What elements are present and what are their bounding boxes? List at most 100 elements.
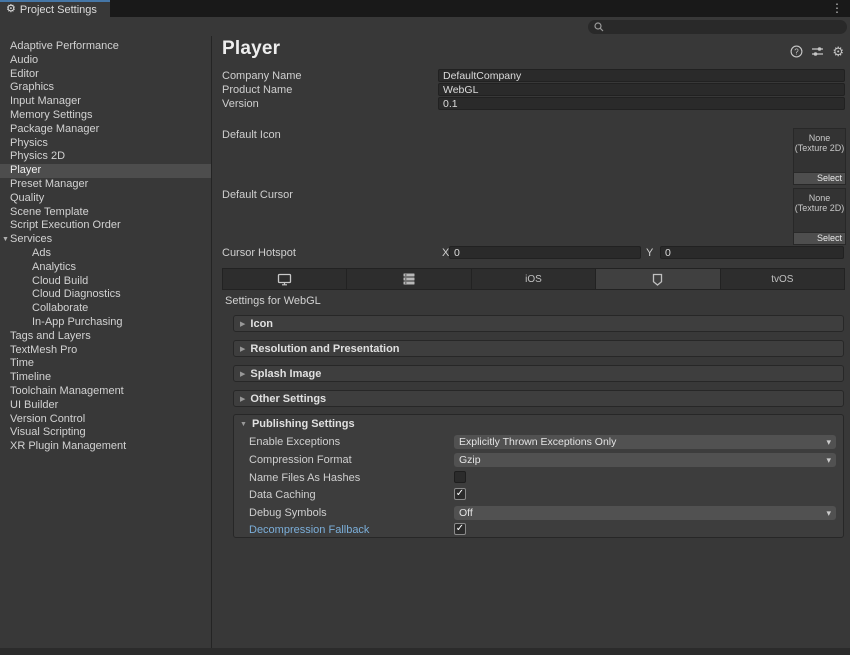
sidebar-item-version-control[interactable]: Version Control (0, 413, 211, 427)
sidebar-item-collaborate[interactable]: Collaborate (0, 302, 211, 316)
gear-icon[interactable]: ⚙ (832, 45, 844, 58)
product-name-field[interactable]: WebGL (438, 83, 845, 96)
sidebar-list: Adaptive PerformanceAudioEditorGraphicsI… (0, 40, 211, 454)
sidebar-item-label: Analytics (32, 261, 76, 273)
default-icon-object-field[interactable]: None (Texture 2D) Select (793, 128, 846, 185)
sidebar-item-cloud-build[interactable]: Cloud Build (0, 275, 211, 289)
sidebar-item-tags-and-layers[interactable]: Tags and Layers (0, 330, 211, 344)
data-caching-checkbox[interactable]: ✓ (454, 488, 466, 500)
enable-exceptions-dropdown[interactable]: Explicitly Thrown Exceptions Only ▾ (454, 435, 836, 449)
section-other-settings[interactable]: ▶ Other Settings (233, 390, 844, 407)
foldout-expanded-icon: ▼ (240, 421, 247, 428)
debug-symbols-dropdown[interactable]: Off ▾ (454, 506, 836, 520)
tab-ios[interactable]: iOS (472, 269, 596, 289)
sidebar-item-package-manager[interactable]: Package Manager (0, 123, 211, 137)
version-field[interactable]: 0.1 (438, 97, 845, 110)
hotspot-x-field[interactable]: 0 (449, 246, 641, 259)
sidebar-item-visual-scripting[interactable]: Visual Scripting (0, 426, 211, 440)
section-icon[interactable]: ▶ Icon (233, 315, 844, 332)
tab-tvos[interactable]: tvOS (721, 269, 844, 289)
version-label: Version (222, 98, 259, 110)
company-name-field[interactable]: DefaultCompany (438, 69, 845, 82)
help-icon[interactable]: ? (790, 45, 803, 58)
presets-icon[interactable] (811, 46, 824, 57)
sidebar-item-label: Audio (10, 54, 38, 66)
sidebar-item-player[interactable]: Player (0, 164, 211, 178)
sidebar-item-label: Physics (10, 137, 48, 149)
section-splash-image[interactable]: ▶ Splash Image (233, 365, 844, 382)
sidebar-item-timeline[interactable]: Timeline (0, 371, 211, 385)
sidebar-item-label: Player (10, 164, 41, 176)
sidebar-item-script-execution-order[interactable]: Script Execution Order (0, 219, 211, 233)
tab-standalone[interactable] (223, 269, 347, 289)
sidebar-item-editor[interactable]: Editor (0, 68, 211, 82)
sidebar-item-cloud-diagnostics[interactable]: Cloud Diagnostics (0, 288, 211, 302)
sidebar-item-label: Editor (10, 68, 39, 80)
kebab-menu-icon[interactable]: ⋮ (831, 1, 843, 15)
sidebar-item-scene-template[interactable]: Scene Template (0, 206, 211, 220)
sidebar-item-preset-manager[interactable]: Preset Manager (0, 178, 211, 192)
decompression-fallback-checkbox[interactable]: ✓ (454, 523, 466, 535)
settings-search-box[interactable] (588, 20, 847, 34)
sidebar-item-label: Visual Scripting (10, 426, 86, 438)
sidebar-item-time[interactable]: Time (0, 357, 211, 371)
sidebar-item-textmesh-pro[interactable]: TextMesh Pro (0, 344, 211, 358)
default-icon-select-button[interactable]: Select (794, 172, 845, 184)
sidebar-item-xr-plugin-management[interactable]: XR Plugin Management (0, 440, 211, 454)
project-settings-window: ⚙ Project Settings ⋮ Adaptive Performanc… (0, 0, 850, 655)
sidebar-item-physics-2d[interactable]: Physics 2D (0, 150, 211, 164)
sidebar-item-adaptive-performance[interactable]: Adaptive Performance (0, 40, 211, 54)
sidebar-item-graphics[interactable]: Graphics (0, 81, 211, 95)
dropdown-value: Off (459, 507, 473, 519)
hotspot-y-label: Y (646, 247, 653, 259)
section-label: Publishing Settings (252, 418, 355, 430)
section-label: Resolution and Presentation (250, 343, 399, 355)
chevron-down-icon: ▾ (826, 455, 831, 466)
settings-for-platform-title: Settings for WebGL (225, 295, 321, 307)
sidebar-item-physics[interactable]: Physics (0, 137, 211, 151)
sidebar-item-label: Cloud Diagnostics (32, 288, 121, 300)
tab-webgl[interactable] (596, 269, 720, 289)
sidebar-item-label: Input Manager (10, 95, 81, 107)
section-resolution-and-presentation[interactable]: ▶ Resolution and Presentation (233, 340, 844, 357)
search-input[interactable] (608, 21, 841, 33)
name-files-as-hashes-checkbox[interactable]: ✓ (454, 471, 466, 483)
sidebar-item-in-app-purchasing[interactable]: In-App Purchasing (0, 316, 211, 330)
data-caching-label: Data Caching (249, 489, 316, 501)
sidebar-item-ui-builder[interactable]: UI Builder (0, 399, 211, 413)
publishing-settings-header[interactable]: ▼ Publishing Settings (240, 418, 355, 430)
sidebar-item-audio[interactable]: Audio (0, 54, 211, 68)
texture-type-text: (Texture 2D) (794, 203, 845, 213)
document-tab-strip: ⚙ Project Settings ⋮ (0, 0, 850, 17)
sidebar-item-label: Preset Manager (10, 178, 88, 190)
sidebar-item-label: TextMesh Pro (10, 344, 77, 356)
foldout-expanded-icon[interactable]: ▼ (2, 233, 9, 247)
sidebar-item-analytics[interactable]: Analytics (0, 261, 211, 275)
foldout-collapsed-icon: ▶ (240, 395, 245, 403)
sidebar-item-label: Package Manager (10, 123, 99, 135)
server-icon (403, 273, 415, 285)
sidebar-item-input-manager[interactable]: Input Manager (0, 95, 211, 109)
cursor-hotspot-label: Cursor Hotspot (222, 247, 296, 259)
hotspot-y-field[interactable]: 0 (660, 246, 844, 259)
tab-project-settings[interactable]: ⚙ Project Settings (0, 0, 110, 17)
default-cursor-object-field[interactable]: None (Texture 2D) Select (793, 188, 846, 245)
sidebar-item-quality[interactable]: Quality (0, 192, 211, 206)
sidebar-item-label: Tags and Layers (10, 330, 91, 342)
tab-dedicated-server[interactable] (347, 269, 471, 289)
webgl-icon (652, 273, 663, 286)
tab-title: Project Settings (20, 4, 97, 16)
default-cursor-select-button[interactable]: Select (794, 232, 845, 244)
sidebar-item-services[interactable]: ▼Services (0, 233, 211, 247)
sidebar-item-toolchain-management[interactable]: Toolchain Management (0, 385, 211, 399)
search-icon (594, 22, 604, 32)
product-name-label: Product Name (222, 84, 292, 96)
company-name-label: Company Name (222, 70, 301, 82)
compression-format-dropdown[interactable]: Gzip ▾ (454, 453, 836, 467)
sidebar-item-label: Version Control (10, 413, 85, 425)
sidebar-item-memory-settings[interactable]: Memory Settings (0, 109, 211, 123)
sidebar-item-label: Timeline (10, 371, 51, 383)
sidebar-item-ads[interactable]: Ads (0, 247, 211, 261)
header-icons: ? ⚙ (790, 45, 844, 58)
page-title: Player (222, 38, 280, 60)
